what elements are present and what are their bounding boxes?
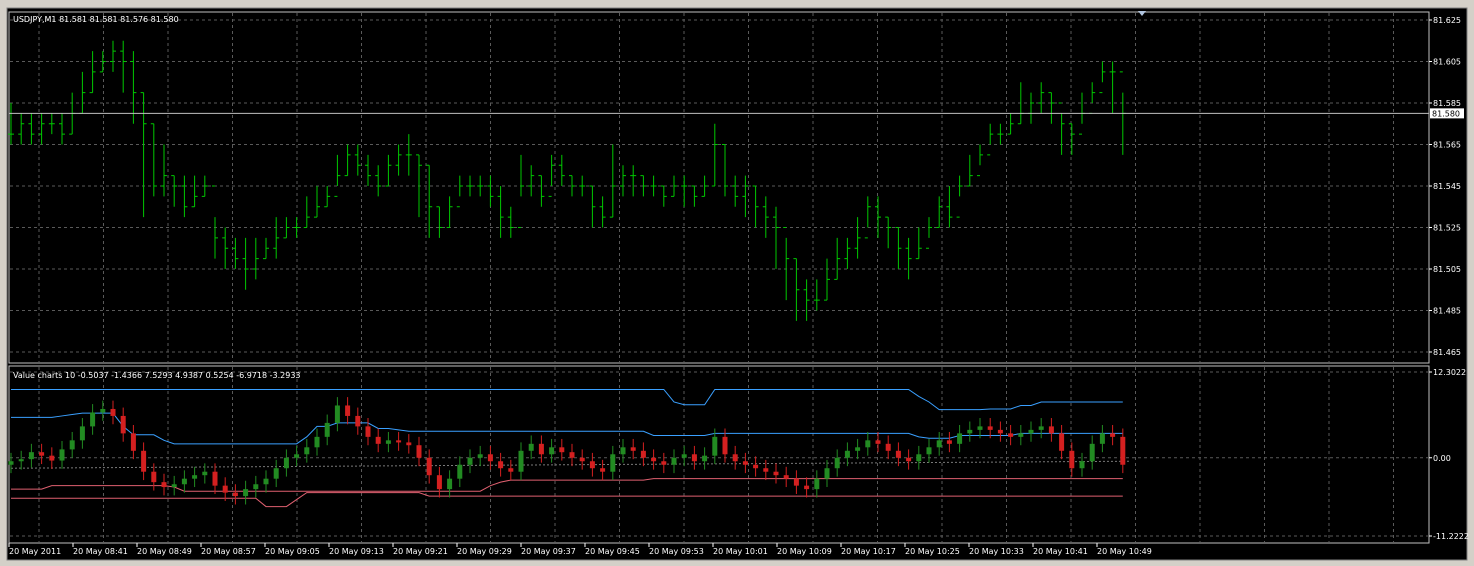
x-tick-label: 20 May 10:01 [713,547,768,556]
current-price-label: 81.580 [1432,109,1460,118]
x-tick-label: 20 May 09:53 [649,547,704,556]
x-tick-label: 20 May 08:57 [201,547,256,556]
y-tick-label: 81.625 [1433,16,1461,25]
x-tick-label: 20 May 09:21 [393,547,448,556]
y-tick-label: 81.465 [1433,348,1461,357]
indicator-header: Value charts 10 -0.5037 -1.4366 7.5293 4… [13,371,301,380]
x-tick-label: 20 May 09:45 [585,547,640,556]
y-tick-label: 81.505 [1433,265,1461,274]
y-tick-label: 81.485 [1433,307,1461,316]
y-tick-label: 81.585 [1433,99,1461,108]
y-tick-label: 81.545 [1433,182,1461,191]
indicator-pane[interactable]: Value charts 10 -0.5037 -1.4366 7.5293 4… [8,365,1430,544]
x-tick-label: 20 May 10:09 [777,547,832,556]
y-tick-label: 0.00 [1433,454,1451,463]
x-tick-label: 20 May 09:37 [521,547,576,556]
x-tick-label: 20 May 09:05 [265,547,320,556]
x-tick-label: 20 May 10:25 [905,547,960,556]
price-chart-pane[interactable]: USDJPY,M1 81.581 81.581 81.576 81.580 [8,11,1430,364]
y-tick-label: -11.2222 [1433,532,1469,541]
y-tick-label: 12.3022 [1433,368,1466,377]
chart-window: USDJPY,M1 81.581 81.581 81.576 81.580 81… [0,0,1474,566]
x-tick-label: 20 May 08:49 [137,547,192,556]
x-tick-label: 20 May 08:41 [73,547,128,556]
y-tick-label: 81.605 [1433,58,1461,67]
symbol-header: USDJPY,M1 81.581 81.581 81.576 81.580 [13,15,179,24]
y-tick-label: 81.565 [1433,141,1461,150]
x-tick-label: 20 May 09:29 [457,547,512,556]
x-tick-label: 20 May 09:13 [329,547,384,556]
x-tick-label: 20 May 10:49 [1097,547,1152,556]
x-tick-label: 20 May 10:41 [1033,547,1088,556]
x-tick-label: 20 May 10:17 [841,547,896,556]
x-tick-label: 20 May 2011 [9,547,61,556]
y-tick-label: 81.525 [1433,224,1461,233]
x-tick-label: 20 May 10:33 [969,547,1024,556]
